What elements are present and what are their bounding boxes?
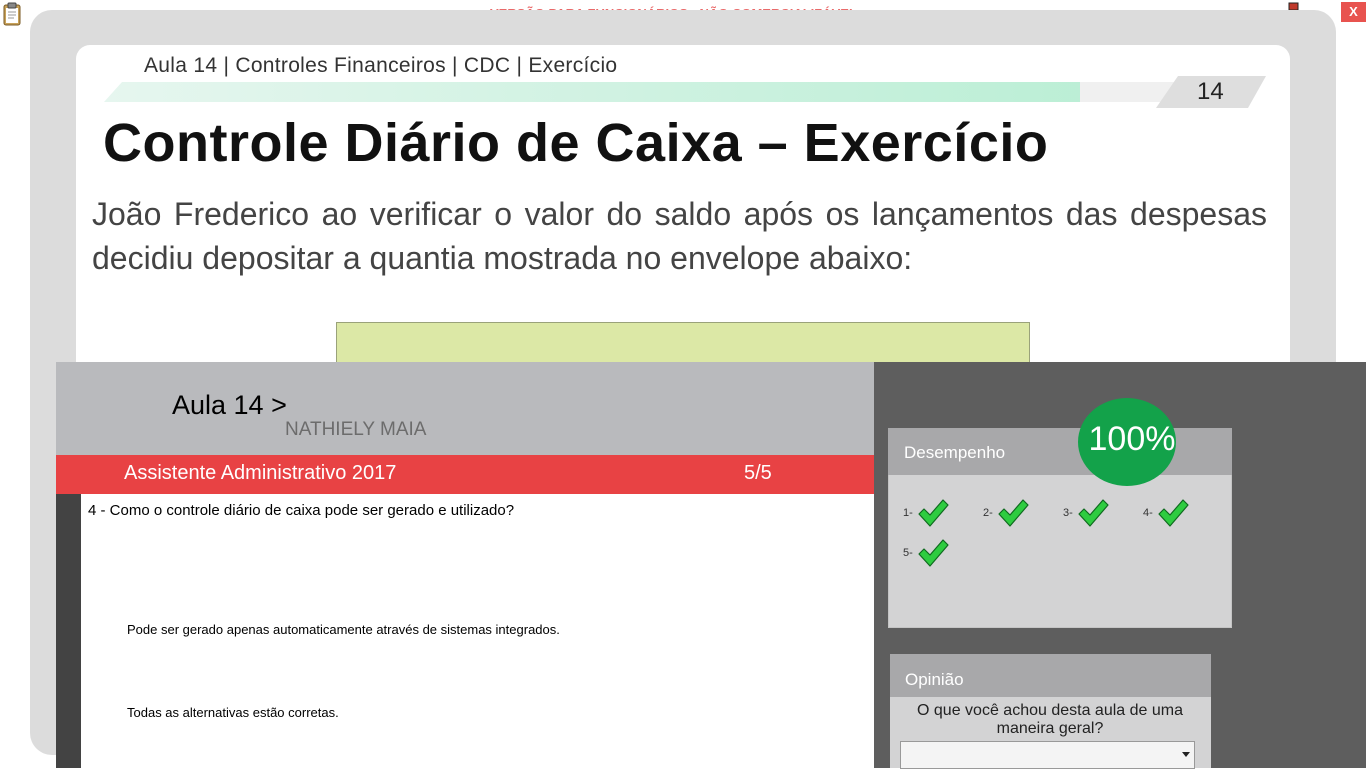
answer-option[interactable]: Todas as alternativas estão corretas. — [127, 705, 339, 720]
chevron-down-icon[interactable] — [1182, 752, 1190, 757]
check-icon — [998, 499, 1029, 527]
aula-title[interactable]: Aula 14 > — [172, 390, 287, 421]
check-icon — [1158, 499, 1189, 527]
result-label: 4- — [1143, 507, 1153, 519]
slide-breadcrumb: Aula 14 | Controles Financeiros | CDC | … — [144, 54, 618, 77]
course-name: Assistente Administrativo 2017 — [124, 462, 397, 484]
result-label: 1- — [903, 507, 913, 519]
slide-body-text: João Frederico ao verificar o valor do s… — [92, 196, 1267, 276]
opinion-select[interactable] — [900, 741, 1195, 769]
slide-number: 14 — [1197, 78, 1224, 105]
slide-title: Controle Diário de Caixa – Exercício — [103, 113, 1049, 173]
side-strip — [56, 494, 81, 768]
opinion-question: O que você achou desta aula de uma manei… — [917, 702, 1183, 737]
result-label: 2- — [983, 507, 993, 519]
student-name: NATHIELY MAIA — [285, 419, 427, 440]
performance-title: Desempenho — [904, 443, 1006, 462]
slide-number-tab — [1080, 76, 1266, 108]
result-label: 5- — [903, 547, 913, 559]
check-icon — [1078, 499, 1109, 527]
header-stripe — [104, 82, 1144, 102]
opinion-title: Opinião — [905, 670, 964, 689]
check-icon — [918, 499, 949, 527]
close-button[interactable]: X — [1341, 2, 1366, 22]
question-counter: 5/5 — [744, 462, 772, 484]
clipboard-icon[interactable] — [2, 2, 22, 26]
check-icon — [918, 539, 949, 567]
question-text: 4 - Como o controle diário de caixa pode… — [88, 502, 515, 519]
result-label: 3- — [1063, 507, 1073, 519]
performance-percent: 100% — [1088, 420, 1176, 458]
answer-option[interactable]: Pode ser gerado apenas automaticamente a… — [127, 622, 560, 637]
